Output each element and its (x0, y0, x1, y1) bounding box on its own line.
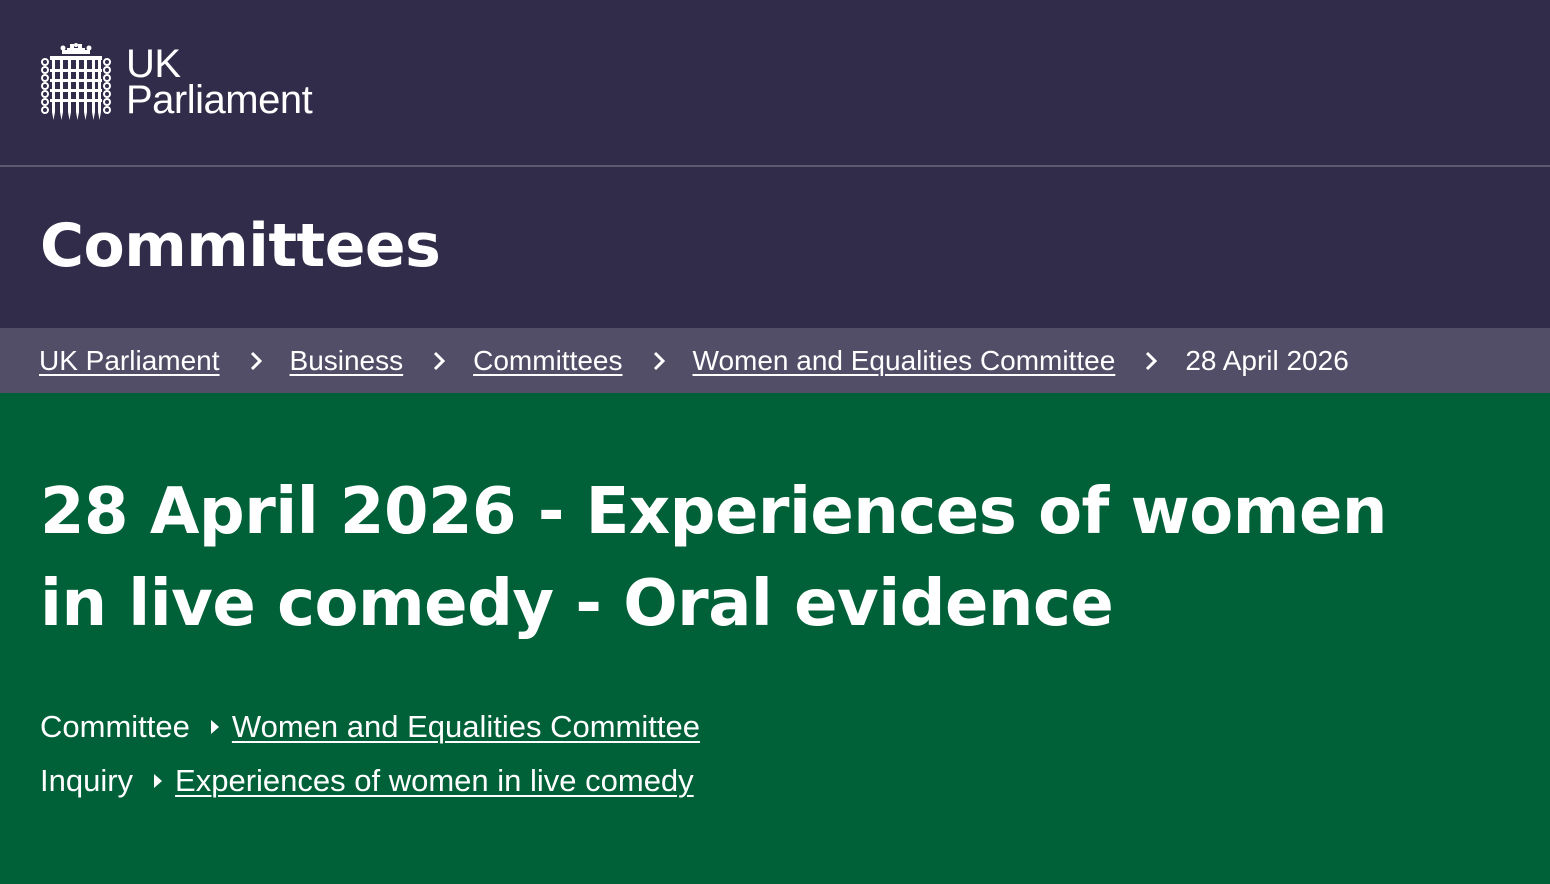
breadcrumb-item: Committees (403, 345, 623, 377)
chevron-right-icon (434, 351, 446, 370)
breadcrumb-item: UK Parliament (39, 345, 220, 377)
breadcrumb-link-business[interactable]: Business (290, 345, 404, 377)
breadcrumb: UK Parliament Business Committees Women … (0, 328, 1550, 393)
triangle-right-icon (154, 774, 163, 788)
page-title: 28 April 2026 - Experiences of women in … (40, 466, 1400, 650)
meta-row-committee: Committee Women and Equalities Committee (40, 700, 700, 754)
meta-label-committee: Committee (40, 709, 190, 744)
chevron-right-icon (250, 351, 262, 370)
meta-label-inquiry: Inquiry (40, 763, 134, 798)
chevron-right-icon (1146, 351, 1158, 370)
page-meta: Committee Women and Equalities Committee… (40, 700, 700, 808)
breadcrumb-item: Business (220, 345, 404, 377)
breadcrumb-link-committees[interactable]: Committees (473, 345, 622, 377)
logo-wordmark: UK Parliament (126, 42, 313, 122)
logo-line-parliament: Parliament (126, 78, 313, 122)
meta-link-inquiry[interactable]: Experiences of women in live comedy (175, 763, 694, 799)
breadcrumb-link-uk-parliament[interactable]: UK Parliament (39, 345, 220, 377)
logo-line-uk: UK (126, 42, 181, 86)
breadcrumb-item: Women and Equalities Committee (623, 345, 1116, 377)
portcullis-icon (41, 43, 111, 120)
meta-link-committee[interactable]: Women and Equalities Committee (232, 709, 700, 745)
chevron-right-icon (653, 351, 665, 370)
breadcrumb-item-current: 28 April 2026 (1115, 344, 1349, 377)
breadcrumb-link-women-and-equalities-committee[interactable]: Women and Equalities Committee (693, 345, 1116, 377)
page-title-line-2: in live comedy - Oral evidence (40, 567, 1114, 641)
page-title-line-1: 28 April 2026 - Experiences of women (40, 475, 1387, 549)
uk-parliament-logo-link[interactable]: UK Parliament (40, 40, 313, 124)
section-title: Committees (40, 211, 441, 281)
triangle-right-icon (210, 720, 219, 734)
meta-row-inquiry: Inquiry Experiences of women in live com… (40, 754, 700, 808)
breadcrumb-current: 28 April 2026 (1185, 344, 1349, 376)
